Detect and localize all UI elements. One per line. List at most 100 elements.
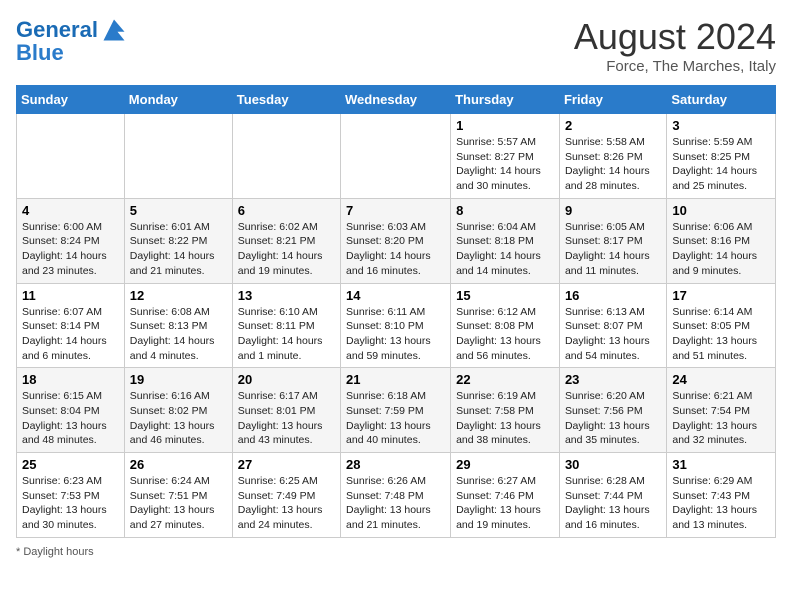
calendar-cell: 17 Sunrise: 6:14 AM Sunset: 8:05 PM Dayli…: [667, 283, 776, 368]
calendar-cell: 8 Sunrise: 6:04 AM Sunset: 8:18 PM Daylig…: [451, 198, 560, 283]
day-number: 31: [672, 457, 770, 472]
day-number: 23: [565, 372, 661, 387]
day-info: Sunrise: 6:25 AM Sunset: 7:49 PM Dayligh…: [238, 474, 335, 533]
calendar-body: 1 Sunrise: 5:57 AM Sunset: 8:27 PM Daylig…: [17, 114, 776, 538]
calendar-cell: 10 Sunrise: 6:06 AM Sunset: 8:16 PM Dayli…: [667, 198, 776, 283]
day-number: 11: [22, 288, 119, 303]
day-info: Sunrise: 6:27 AM Sunset: 7:46 PM Dayligh…: [456, 474, 554, 533]
calendar-cell: 21 Sunrise: 6:18 AM Sunset: 7:59 PM Dayli…: [341, 368, 451, 453]
calendar-week-4: 18Sunrise: 6:15 AM Sunset: 8:04 PM Dayli…: [17, 368, 776, 453]
day-info: Sunrise: 6:03 AM Sunset: 8:20 PM Dayligh…: [346, 220, 445, 279]
day-number: 7: [346, 203, 445, 218]
day-number: 19: [130, 372, 227, 387]
day-number: 6: [238, 203, 335, 218]
day-number: 1: [456, 118, 554, 133]
calendar-cell: 24 Sunrise: 6:21 AM Sunset: 7:54 PM Dayli…: [667, 368, 776, 453]
calendar-cell: 2 Sunrise: 5:58 AM Sunset: 8:26 PM Daylig…: [559, 114, 666, 199]
calendar-cell: 22Sunrise: 6:19 AM Sunset: 7:58 PM Dayli…: [451, 368, 560, 453]
day-info: Sunrise: 6:16 AM Sunset: 8:02 PM Dayligh…: [130, 389, 227, 448]
day-info: Sunrise: 6:01 AM Sunset: 8:22 PM Dayligh…: [130, 220, 227, 279]
calendar-table: SundayMondayTuesdayWednesdayThursdayFrid…: [16, 85, 776, 538]
weekday-header-thursday: Thursday: [451, 86, 560, 114]
day-info: Sunrise: 6:24 AM Sunset: 7:51 PM Dayligh…: [130, 474, 227, 533]
day-number: 16: [565, 288, 661, 303]
calendar-cell: 18Sunrise: 6:15 AM Sunset: 8:04 PM Dayli…: [17, 368, 125, 453]
calendar-cell: 12Sunrise: 6:08 AM Sunset: 8:13 PM Dayli…: [124, 283, 232, 368]
day-number: 17: [672, 288, 770, 303]
day-info: Sunrise: 6:14 AM Sunset: 8:05 PM Dayligh…: [672, 305, 770, 364]
day-info: Sunrise: 6:15 AM Sunset: 8:04 PM Dayligh…: [22, 389, 119, 448]
day-info: Sunrise: 6:12 AM Sunset: 8:08 PM Dayligh…: [456, 305, 554, 364]
day-number: 27: [238, 457, 335, 472]
calendar-cell: 29 Sunrise: 6:27 AM Sunset: 7:46 PM Dayli…: [451, 453, 560, 538]
calendar-cell: 28Sunrise: 6:26 AM Sunset: 7:48 PM Dayli…: [341, 453, 451, 538]
calendar-cell: [232, 114, 340, 199]
day-info: Sunrise: 6:08 AM Sunset: 8:13 PM Dayligh…: [130, 305, 227, 364]
calendar-cell: 19 Sunrise: 6:16 AM Sunset: 8:02 PM Dayli…: [124, 368, 232, 453]
logo-icon: [100, 16, 128, 44]
day-number: 20: [238, 372, 335, 387]
logo-text: General: [16, 18, 98, 42]
day-number: 13: [238, 288, 335, 303]
calendar-cell: 30Sunrise: 6:28 AM Sunset: 7:44 PM Dayli…: [559, 453, 666, 538]
day-info: Sunrise: 6:05 AM Sunset: 8:17 PM Dayligh…: [565, 220, 661, 279]
calendar-cell: 15 Sunrise: 6:12 AM Sunset: 8:08 PM Dayli…: [451, 283, 560, 368]
day-info: Sunrise: 6:04 AM Sunset: 8:18 PM Dayligh…: [456, 220, 554, 279]
calendar-cell: 4Sunrise: 6:00 AM Sunset: 8:24 PM Daylig…: [17, 198, 125, 283]
calendar-cell: 16 Sunrise: 6:13 AM Sunset: 8:07 PM Dayli…: [559, 283, 666, 368]
day-info: Sunrise: 5:58 AM Sunset: 8:26 PM Dayligh…: [565, 135, 661, 194]
footer-note-text: Daylight hours: [23, 546, 93, 558]
day-info: Sunrise: 5:57 AM Sunset: 8:27 PM Dayligh…: [456, 135, 554, 194]
day-number: 29: [456, 457, 554, 472]
day-info: Sunrise: 6:23 AM Sunset: 7:53 PM Dayligh…: [22, 474, 119, 533]
day-info: Sunrise: 6:00 AM Sunset: 8:24 PM Dayligh…: [22, 220, 119, 279]
calendar-cell: 7 Sunrise: 6:03 AM Sunset: 8:20 PM Daylig…: [341, 198, 451, 283]
day-number: 14: [346, 288, 445, 303]
header: General Blue August 2024 Force, The Marc…: [16, 16, 776, 75]
footer-note: * Daylight hours: [16, 546, 776, 558]
calendar-cell: 26 Sunrise: 6:24 AM Sunset: 7:51 PM Dayli…: [124, 453, 232, 538]
calendar-cell: 27 Sunrise: 6:25 AM Sunset: 7:49 PM Dayli…: [232, 453, 340, 538]
day-number: 9: [565, 203, 661, 218]
calendar-cell: 14 Sunrise: 6:11 AM Sunset: 8:10 PM Dayli…: [341, 283, 451, 368]
month-year: August 2024: [574, 16, 776, 58]
calendar-week-3: 11 Sunrise: 6:07 AM Sunset: 8:14 PM Dayli…: [17, 283, 776, 368]
calendar-week-1: 1 Sunrise: 5:57 AM Sunset: 8:27 PM Daylig…: [17, 114, 776, 199]
day-info: Sunrise: 5:59 AM Sunset: 8:25 PM Dayligh…: [672, 135, 770, 194]
day-info: Sunrise: 6:06 AM Sunset: 8:16 PM Dayligh…: [672, 220, 770, 279]
weekday-header-monday: Monday: [124, 86, 232, 114]
day-number: 15: [456, 288, 554, 303]
day-info: Sunrise: 6:18 AM Sunset: 7:59 PM Dayligh…: [346, 389, 445, 448]
day-number: 5: [130, 203, 227, 218]
calendar-cell: 5 Sunrise: 6:01 AM Sunset: 8:22 PM Daylig…: [124, 198, 232, 283]
day-number: 21: [346, 372, 445, 387]
day-info: Sunrise: 6:07 AM Sunset: 8:14 PM Dayligh…: [22, 305, 119, 364]
day-number: 2: [565, 118, 661, 133]
calendar-cell: 31Sunrise: 6:29 AM Sunset: 7:43 PM Dayli…: [667, 453, 776, 538]
day-number: 10: [672, 203, 770, 218]
calendar-week-5: 25 Sunrise: 6:23 AM Sunset: 7:53 PM Dayli…: [17, 453, 776, 538]
day-info: Sunrise: 6:26 AM Sunset: 7:48 PM Dayligh…: [346, 474, 445, 533]
day-info: Sunrise: 6:19 AM Sunset: 7:58 PM Dayligh…: [456, 389, 554, 448]
calendar-cell: [124, 114, 232, 199]
day-number: 24: [672, 372, 770, 387]
calendar-cell: 11 Sunrise: 6:07 AM Sunset: 8:14 PM Dayli…: [17, 283, 125, 368]
day-info: Sunrise: 6:11 AM Sunset: 8:10 PM Dayligh…: [346, 305, 445, 364]
calendar-cell: 25 Sunrise: 6:23 AM Sunset: 7:53 PM Dayli…: [17, 453, 125, 538]
calendar-header: SundayMondayTuesdayWednesdayThursdayFrid…: [17, 86, 776, 114]
calendar-cell: 23Sunrise: 6:20 AM Sunset: 7:56 PM Dayli…: [559, 368, 666, 453]
calendar-cell: 20Sunrise: 6:17 AM Sunset: 8:01 PM Dayli…: [232, 368, 340, 453]
day-number: 26: [130, 457, 227, 472]
calendar-cell: 6Sunrise: 6:02 AM Sunset: 8:21 PM Daylig…: [232, 198, 340, 283]
day-number: 25: [22, 457, 119, 472]
day-info: Sunrise: 6:13 AM Sunset: 8:07 PM Dayligh…: [565, 305, 661, 364]
day-number: 8: [456, 203, 554, 218]
logo: General Blue: [16, 16, 128, 66]
day-info: Sunrise: 6:28 AM Sunset: 7:44 PM Dayligh…: [565, 474, 661, 533]
calendar-cell: 1 Sunrise: 5:57 AM Sunset: 8:27 PM Daylig…: [451, 114, 560, 199]
calendar-cell: 9 Sunrise: 6:05 AM Sunset: 8:17 PM Daylig…: [559, 198, 666, 283]
calendar-cell: [341, 114, 451, 199]
calendar-cell: [17, 114, 125, 199]
day-info: Sunrise: 6:21 AM Sunset: 7:54 PM Dayligh…: [672, 389, 770, 448]
weekday-header-tuesday: Tuesday: [232, 86, 340, 114]
